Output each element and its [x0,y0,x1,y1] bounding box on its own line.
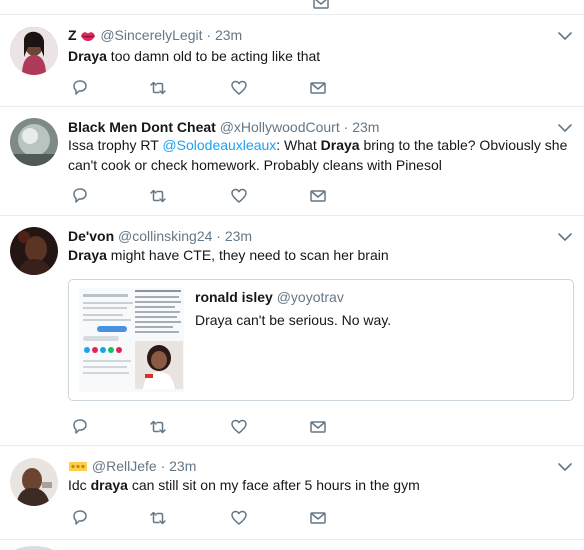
like-icon[interactable] [230,418,248,436]
tweet-text: Draya might have CTE, they need to scan … [68,245,568,265]
tweet-item[interactable]: Black Men Dont Cheat @xHollywoodCourt · … [0,107,584,216]
tweet-text-line: can't cook or check homework. Probably c… [68,157,442,173]
separator-dot: · [216,228,221,244]
user-handle[interactable]: @collinsking24 [118,228,212,244]
tweet-header: Black Men Dont Cheat @xHollywoodCourt · … [68,118,379,136]
display-name[interactable]: Black Men Dont Cheat [68,119,216,135]
tweet-text: Draya too damn old to be acting like tha… [68,46,568,66]
chevron-down-icon[interactable] [558,31,572,41]
tweet-actions [68,418,338,438]
timestamp[interactable]: 23m [169,458,196,474]
retweet-icon[interactable] [149,79,167,97]
quoted-display-name[interactable]: ronald isley [195,289,273,305]
tweet-text-line: Issa trophy RT @Solodeauxleaux: What Dra… [68,135,568,155]
text-plain: can still sit on my face after 5 hours i… [127,477,420,493]
quoted-tweet-image[interactable] [79,288,184,392]
tweet-item[interactable]: De'von @collinsking24 · 23m Draya might … [0,216,584,446]
tweet-actions [68,79,338,99]
reply-icon[interactable] [71,187,89,205]
avatar[interactable] [10,118,58,166]
reply-icon[interactable] [71,418,89,436]
separator-dot: · [160,458,166,474]
text-plain: bring to the table? Obviously she [359,137,568,153]
avatar[interactable] [10,458,58,506]
dm-icon[interactable] [309,79,327,97]
text-bold: draya [90,477,128,493]
tweet-item[interactable]: @RellJefe · 23m Idc draya can still sit … [0,446,584,540]
text-plain: Issa trophy RT [68,137,163,153]
user-handle[interactable]: @xHollywoodCourt [220,119,340,135]
like-icon[interactable] [230,187,248,205]
timestamp[interactable]: 23m [225,228,252,244]
dm-icon[interactable] [309,418,327,436]
avatar-image [10,27,58,75]
chevron-down-icon[interactable] [558,232,572,242]
reply-icon[interactable] [71,509,89,527]
dm-icon[interactable] [309,509,327,527]
quoted-user-handle[interactable]: @yoyotrav [277,289,344,305]
next-tweet-fragment [0,540,584,550]
avatar[interactable] [10,546,58,550]
text-bold: Draya [320,137,360,153]
avatar-image [10,118,58,166]
crown-emoji-icon [69,462,87,471]
like-icon[interactable] [230,79,248,97]
retweet-icon[interactable] [149,187,167,205]
reply-icon[interactable] [71,79,89,97]
timestamp[interactable]: 23m [215,27,242,43]
quoted-tweet[interactable]: ronald isley @yoyotrav Draya can't be se… [68,279,574,401]
text-plain: : What [276,137,321,153]
tweet-text: Issa trophy RT @Solodeauxleaux: What Dra… [68,135,568,175]
text-plain: Idc [68,477,91,493]
tweet-header: Z @SincerelyLegit · 23m [68,26,242,44]
tweet-actions [68,187,338,207]
tweet-actions [68,509,338,529]
avatar[interactable] [10,227,58,275]
dm-icon[interactable] [309,187,327,205]
lips-emoji-icon [81,32,96,41]
quoted-tweet-text: Draya can't be serious. No way. [195,312,392,328]
avatar[interactable] [10,27,58,75]
previous-tweet-fragment [0,0,584,15]
timestamp[interactable]: 23m [352,119,379,135]
retweet-icon[interactable] [149,418,167,436]
chevron-down-icon[interactable] [558,462,572,472]
avatar-image [10,458,58,506]
tweet-feed: Z @SincerelyLegit · 23m Draya too damn o… [0,0,584,550]
text-bold: Draya [68,247,107,263]
tweet-item[interactable]: Z @SincerelyLegit · 23m Draya too damn o… [0,15,584,107]
mention-link[interactable]: @Solodeauxleaux [162,137,276,153]
retweet-icon[interactable] [149,509,167,527]
screenshot-thumbnail [79,288,184,392]
chevron-down-icon[interactable] [558,123,572,133]
user-handle[interactable]: @RellJefe [92,458,157,474]
user-handle[interactable]: @SincerelyLegit [100,27,202,43]
dm-icon[interactable] [312,0,330,12]
display-name[interactable]: De'von [68,228,114,244]
avatar-image [10,227,58,275]
like-icon[interactable] [230,509,248,527]
text-plain: too damn old to be acting like that [106,48,321,64]
tweet-header: De'von @collinsking24 · 23m [68,227,252,245]
separator-dot: · [206,27,212,43]
tweet-text: Idc draya can still sit on my face after… [68,475,568,495]
tweet-header: @RellJefe · 23m [68,457,196,475]
separator-dot: · [343,119,349,135]
display-name[interactable]: Z [68,27,77,43]
text-plain: might have CTE, they need to scan her br… [106,247,389,263]
text-bold: Draya [68,48,107,64]
quoted-tweet-header: ronald isley @yoyotrav [195,288,344,306]
